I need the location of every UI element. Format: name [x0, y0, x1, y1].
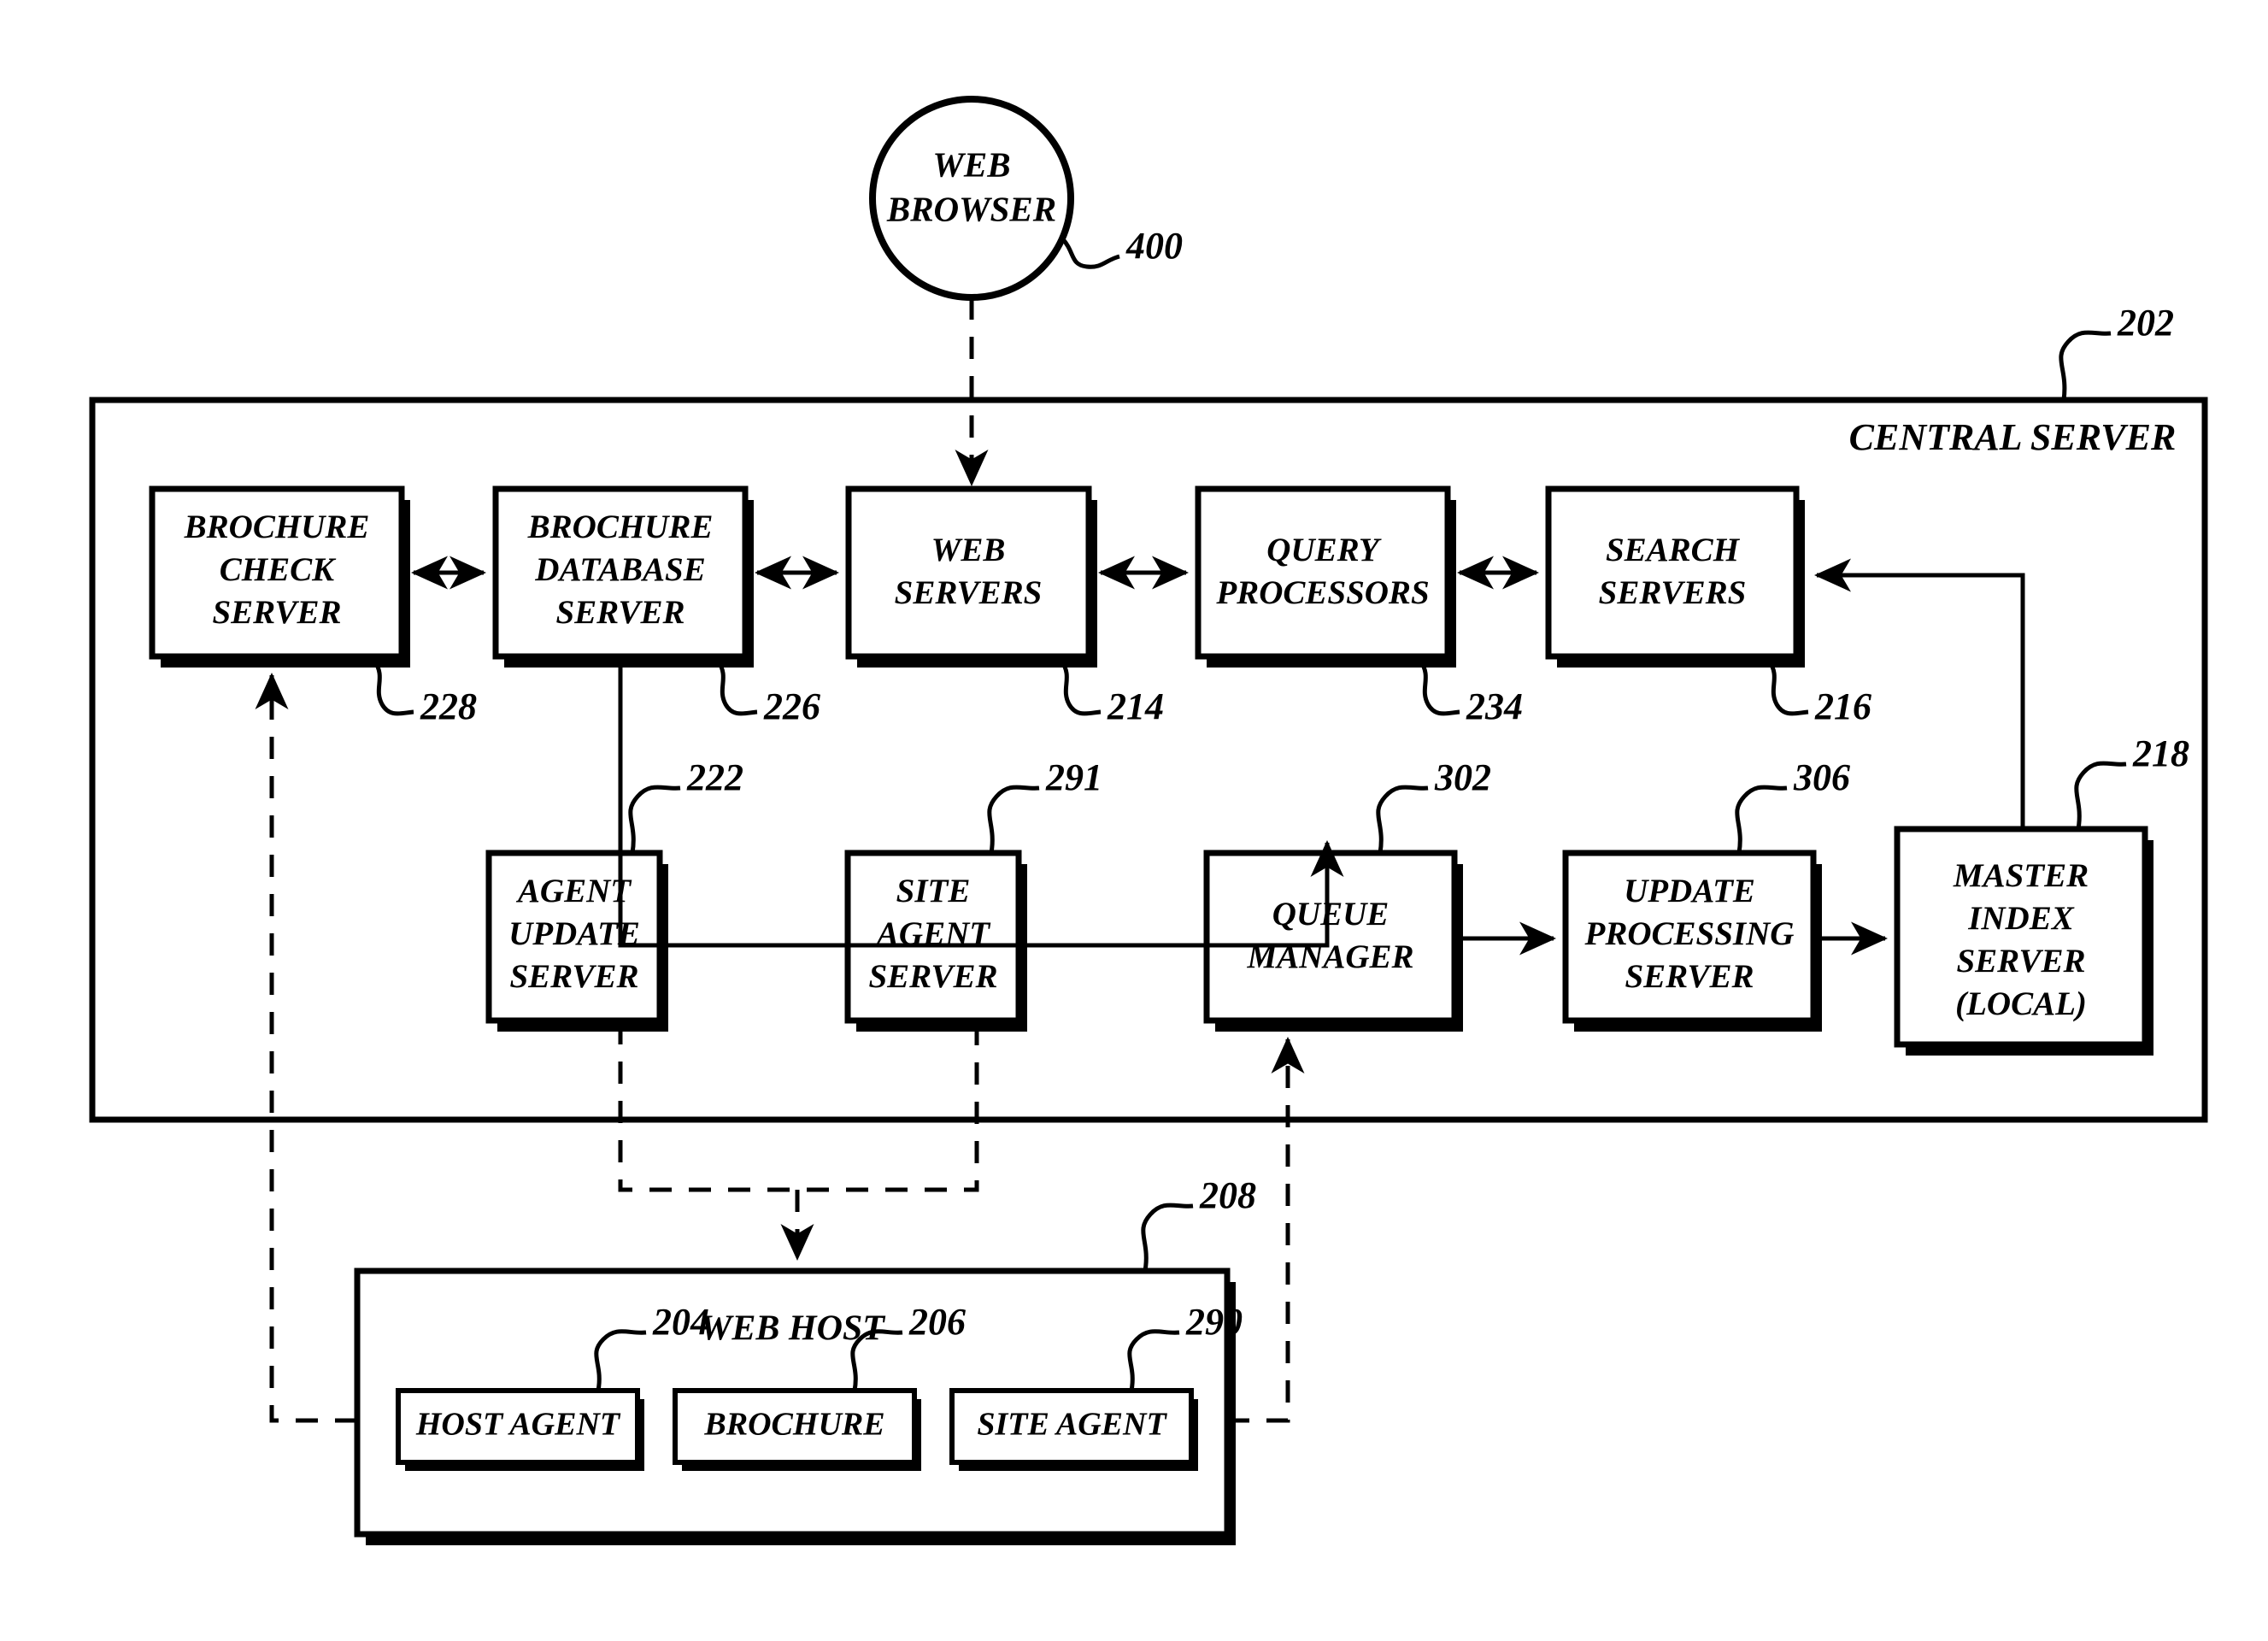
brochure-label: BROCHURE	[703, 1407, 884, 1443]
web-browser-node: WEB BROWSER 400	[869, 96, 1183, 301]
brochure-check-server-line-2: CHECK	[220, 551, 337, 588]
agent-update-server-line-3: SERVER	[509, 958, 638, 995]
node-brochure-database-server: BROCHURE DATABASE SERVER 226	[492, 485, 820, 727]
query-processors-line-2: PROCESSORS	[1215, 574, 1429, 611]
node-brochure-check-server: BROCHURE CHECK SERVER 228	[149, 485, 477, 727]
brochure-database-server-line-2: DATABASE	[534, 551, 705, 588]
node-queue-manager: QUEUE MANAGER 302	[1203, 756, 1491, 1032]
brochure-check-server-line-1: BROCHURE	[184, 509, 370, 545]
diagram-svg: CENTRAL SERVER 202 WEB BROWSER 400 BROCH…	[89, 96, 2208, 1545]
node-query-processors: QUERY PROCESSORS 234	[1195, 485, 1523, 727]
queue-manager-line-1: QUEUE	[1272, 896, 1390, 932]
update-processing-server-line-3: SERVER	[1625, 958, 1754, 995]
master-index-server-line-4: (LOCAL)	[1955, 985, 2087, 1022]
ref-400: 400	[1125, 225, 1183, 267]
update-processing-server-line-1: UPDATE	[1624, 873, 1755, 909]
node-web-servers: WEB SERVERS 214	[845, 485, 1164, 727]
brochure-check-server-line-3: SERVER	[212, 594, 341, 631]
node-agent-update-server: AGENT UPDATE SERVER 222	[485, 756, 743, 1032]
brochure-database-server-line-1: BROCHURE	[527, 509, 714, 545]
node-site-agent-server: SITE AGENT SERVER 291	[844, 756, 1102, 1032]
ref-216: 216	[1814, 685, 1871, 727]
query-processors-line-1: QUERY	[1266, 532, 1382, 568]
web-browser-label-2: BROWSER	[886, 189, 1056, 228]
master-index-server-line-1: MASTER	[1953, 857, 2089, 894]
agent-update-server-line-1: AGENT	[515, 873, 632, 909]
ref-226: 226	[763, 685, 820, 727]
site-agent-server-line-1: SITE	[896, 873, 971, 909]
ref-222: 222	[686, 756, 743, 798]
ref-291: 291	[1045, 756, 1102, 798]
master-index-server-line-3: SERVER	[1956, 943, 2085, 979]
search-servers-line-2: SERVERS	[1599, 574, 1747, 611]
ref-306: 306	[1793, 756, 1850, 798]
web-servers-line-2: SERVERS	[895, 574, 1043, 611]
web-browser-label-1: WEB	[932, 144, 1010, 184]
edge-agents-to-webhost	[618, 1022, 979, 1261]
central-server-label: CENTRAL SERVER	[1849, 416, 2177, 458]
host-agent-label: HOST AGENT	[415, 1407, 621, 1443]
ref-214: 214	[1107, 685, 1164, 727]
ref-228: 228	[420, 685, 477, 727]
site-agent-label: SITE AGENT	[977, 1407, 1167, 1443]
brochure-database-server-line-3: SERVER	[555, 594, 685, 631]
master-index-server-line-2: INDEX	[1967, 900, 2075, 937]
ref-302: 302	[1434, 756, 1491, 798]
site-agent-server-line-3: SERVER	[868, 958, 997, 995]
node-search-servers: SEARCH SERVERS 216	[1545, 485, 1871, 727]
search-servers-line-1: SEARCH	[1606, 532, 1741, 568]
ref-202: 202	[2117, 302, 2174, 344]
web-servers-line-1: WEB	[931, 532, 1006, 568]
edge-webhost-to-brochurecheck	[255, 673, 357, 1423]
ref-290: 290	[1185, 1301, 1243, 1343]
update-processing-server-line-2: PROCESSING	[1584, 915, 1795, 952]
node-update-processing-server: UPDATE PROCESSING SERVER 306	[1562, 756, 1850, 1032]
ref-206: 206	[908, 1301, 966, 1343]
ref-208: 208	[1199, 1174, 1256, 1216]
diagram-canvas: CENTRAL SERVER 202 WEB BROWSER 400 BROCH…	[0, 0, 2268, 1641]
web-host-container: WEB HOST 208	[354, 1174, 1256, 1545]
node-master-index-server: MASTER INDEX SERVER (LOCAL) 218	[1894, 732, 2189, 1056]
ref-234: 234	[1466, 685, 1523, 727]
ref-218: 218	[2132, 732, 2189, 774]
ref-204: 204	[652, 1301, 709, 1343]
edge-webhost-to-queuemanager	[1227, 1037, 1305, 1423]
